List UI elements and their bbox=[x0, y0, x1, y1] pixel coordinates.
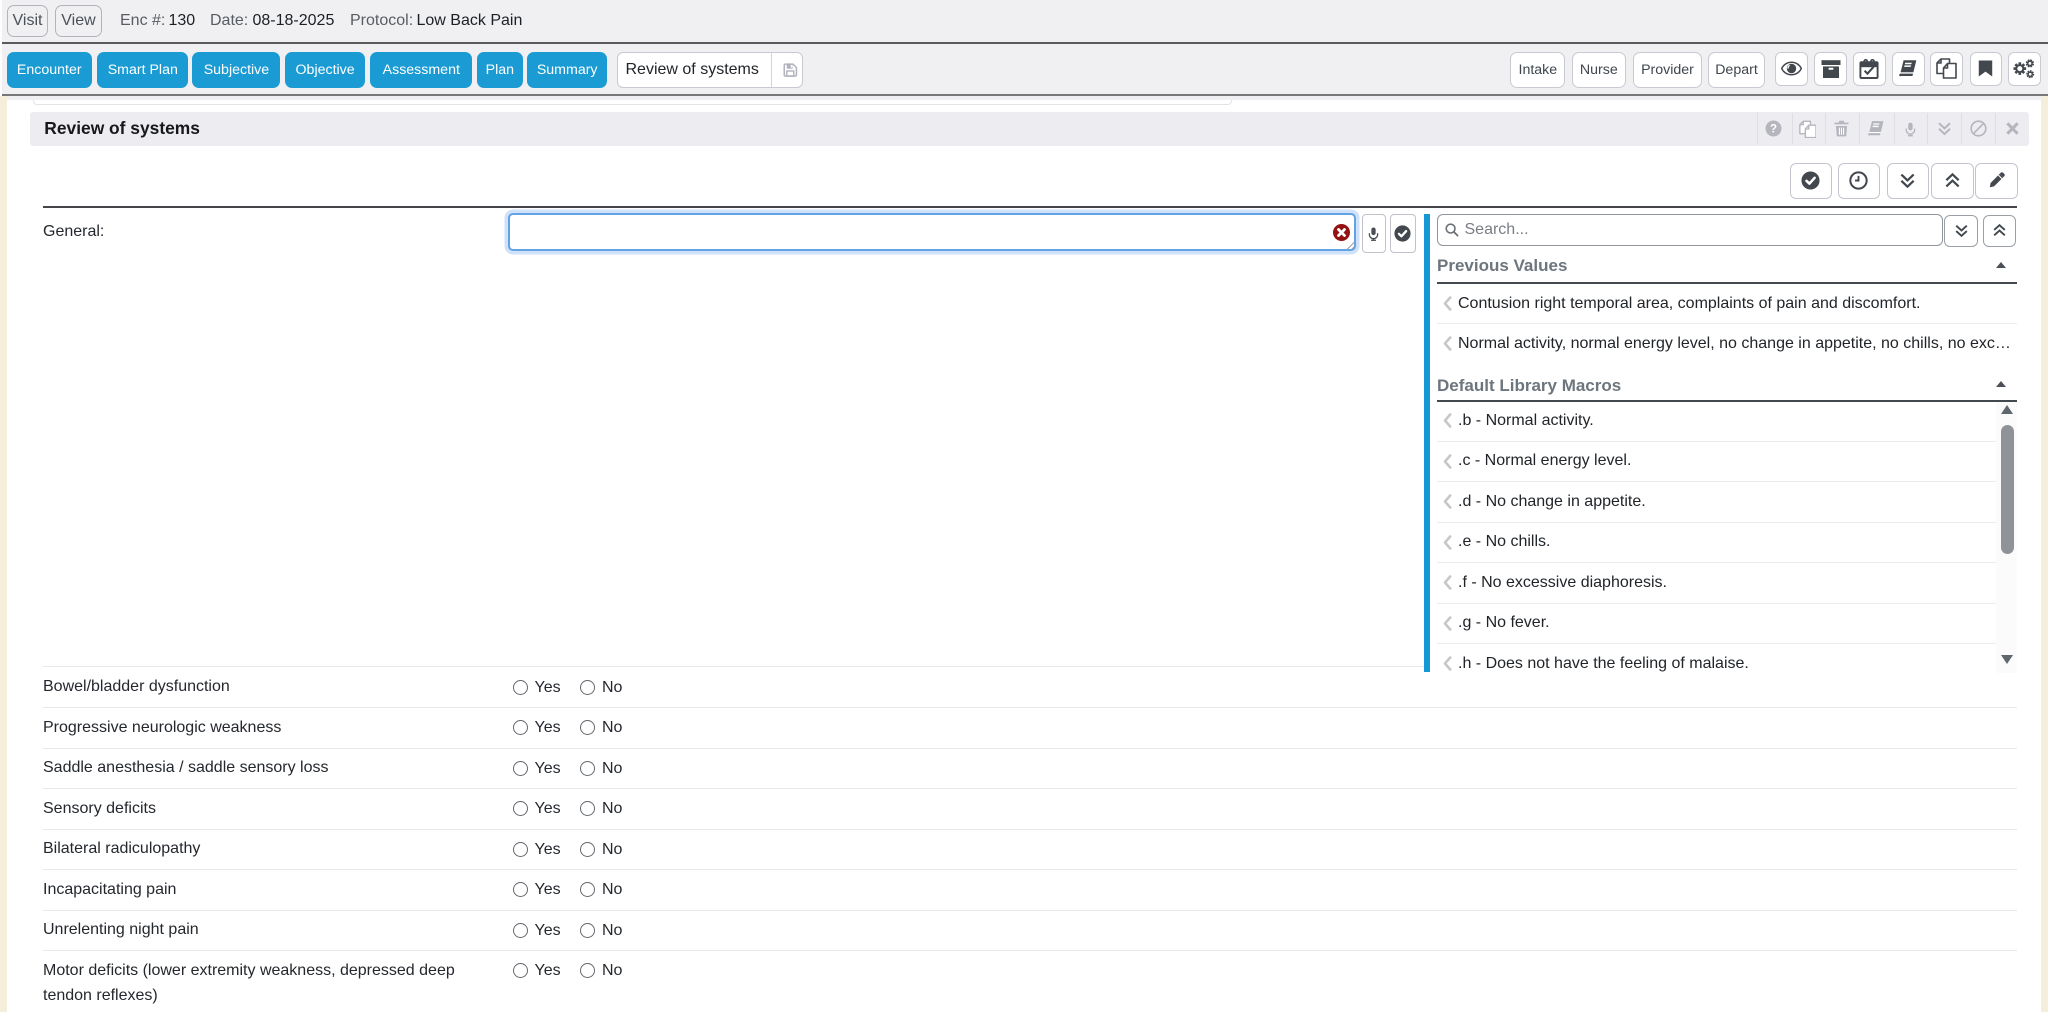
svg-text:?: ? bbox=[1770, 124, 1777, 136]
